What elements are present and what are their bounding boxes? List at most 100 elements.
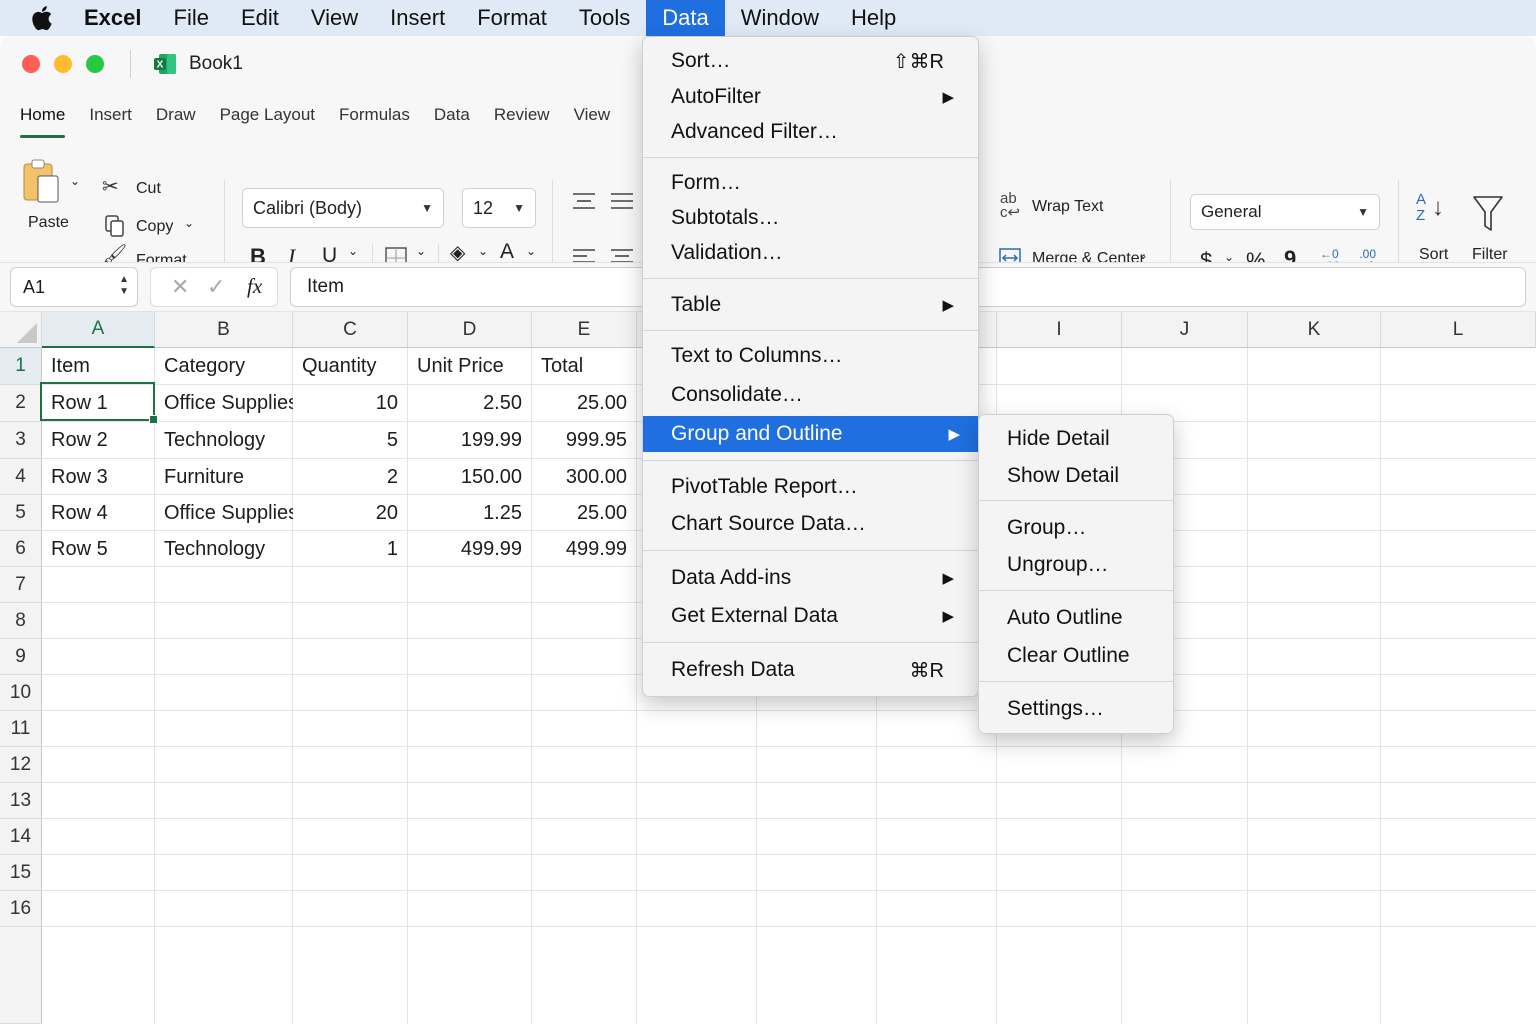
- row-header-1[interactable]: 1: [0, 348, 42, 385]
- menu-item-advanced-filter[interactable]: Advanced Filter…: [649, 115, 972, 149]
- cell-e3[interactable]: 999.95: [532, 422, 637, 459]
- tab-page-layout[interactable]: Page Layout: [208, 96, 327, 134]
- name-box[interactable]: A1 ▲ ▼: [10, 267, 138, 307]
- column-header-d[interactable]: D: [408, 312, 532, 348]
- menu-file[interactable]: File: [158, 0, 225, 36]
- column-header-e[interactable]: E: [532, 312, 637, 348]
- menu-app-excel[interactable]: Excel: [84, 0, 158, 36]
- row-header-5[interactable]: 5: [0, 495, 42, 531]
- submenu-item-clear-outline[interactable]: Clear Outline: [985, 639, 1167, 673]
- cell-b2[interactable]: Office Supplies: [155, 385, 293, 422]
- tab-draw[interactable]: Draw: [144, 96, 208, 134]
- menu-edit[interactable]: Edit: [225, 0, 295, 36]
- cell-c5[interactable]: 20: [293, 495, 408, 531]
- menu-insert[interactable]: Insert: [374, 0, 461, 36]
- column-header-k[interactable]: K: [1248, 312, 1381, 348]
- cell-e4[interactable]: 300.00: [532, 459, 637, 495]
- cell-e6[interactable]: 499.99: [532, 531, 637, 567]
- select-all-corner[interactable]: [0, 312, 42, 348]
- tab-review[interactable]: Review: [482, 96, 562, 134]
- row-header-7[interactable]: 7: [0, 567, 42, 603]
- row-header-9[interactable]: 9: [0, 639, 42, 675]
- column-header-b[interactable]: B: [155, 312, 293, 348]
- cell-d2[interactable]: 2.50: [408, 385, 532, 422]
- cell-b5[interactable]: Office Supplies: [155, 495, 293, 531]
- copy-button[interactable]: Copy ⌄: [102, 214, 212, 242]
- row-header-2[interactable]: 2: [0, 385, 42, 422]
- column-header-j[interactable]: J: [1122, 312, 1248, 348]
- cell-d4[interactable]: 150.00: [408, 459, 532, 495]
- menu-item-get-external-data[interactable]: Get External Data ▶: [649, 599, 972, 633]
- close-window-button[interactable]: [22, 55, 40, 73]
- cell-e5[interactable]: 25.00: [532, 495, 637, 531]
- tab-data[interactable]: Data: [422, 96, 482, 134]
- menu-item-table[interactable]: Table ▶: [649, 288, 972, 322]
- row-header-14[interactable]: 14: [0, 819, 42, 855]
- menu-view[interactable]: View: [295, 0, 374, 36]
- cell-d3[interactable]: 199.99: [408, 422, 532, 459]
- column-header-l[interactable]: L: [1381, 312, 1536, 348]
- tab-view[interactable]: View: [562, 96, 623, 134]
- align-top-icon[interactable]: [572, 192, 596, 212]
- submenu-item-hide-detail[interactable]: Hide Detail: [985, 422, 1167, 456]
- row-header-8[interactable]: 8: [0, 603, 42, 639]
- cancel-formula-icon[interactable]: ✕: [171, 274, 189, 300]
- menu-item-consolidate[interactable]: Consolidate…: [649, 378, 972, 412]
- cell-a3[interactable]: Row 2: [42, 422, 155, 459]
- menu-item-validation[interactable]: Validation…: [649, 236, 972, 270]
- cell-d1[interactable]: Unit Price: [408, 348, 532, 385]
- number-format-select[interactable]: General ▼: [1190, 194, 1380, 230]
- cell-e1[interactable]: Total: [532, 348, 637, 385]
- cell-c1[interactable]: Quantity: [293, 348, 408, 385]
- font-color-chevron-icon[interactable]: ⌄: [526, 244, 536, 258]
- menu-format[interactable]: Format: [461, 0, 563, 36]
- cell-b1[interactable]: Category: [155, 348, 293, 385]
- row-header-16[interactable]: 16: [0, 891, 42, 927]
- align-middle-icon[interactable]: [610, 192, 634, 212]
- menu-item-text-to-columns[interactable]: Text to Columns…: [649, 339, 972, 373]
- underline-chevron-icon[interactable]: ⌄: [348, 244, 358, 258]
- cell-b4[interactable]: Furniture: [155, 459, 293, 495]
- menu-data[interactable]: Data: [646, 0, 725, 36]
- row-header-11[interactable]: 11: [0, 711, 42, 747]
- column-header-c[interactable]: C: [293, 312, 408, 348]
- row-header-3[interactable]: 3: [0, 422, 42, 459]
- cell-b3[interactable]: Technology: [155, 422, 293, 459]
- submenu-item-group[interactable]: Group…: [985, 511, 1167, 545]
- menu-tools[interactable]: Tools: [563, 0, 646, 36]
- row-header-12[interactable]: 12: [0, 747, 42, 783]
- submenu-item-auto-outline[interactable]: Auto Outline: [985, 601, 1167, 635]
- paste-button[interactable]: ⌄ Paste: [18, 150, 88, 231]
- menu-item-subtotals[interactable]: Subtotals…: [649, 201, 972, 235]
- menu-item-data-add-ins[interactable]: Data Add-ins ▶: [649, 561, 972, 595]
- apple-icon[interactable]: [0, 5, 84, 31]
- tab-formulas[interactable]: Formulas: [327, 96, 422, 134]
- cell-a6[interactable]: Row 5: [42, 531, 155, 567]
- menu-item-refresh-data[interactable]: Refresh Data ⌘R: [649, 653, 972, 687]
- menu-item-sort[interactable]: Sort… ⇧⌘R: [649, 44, 972, 78]
- cell-d5[interactable]: 1.25: [408, 495, 532, 531]
- cell-c4[interactable]: 2: [293, 459, 408, 495]
- cell-e2[interactable]: 25.00: [532, 385, 637, 422]
- cell-c3[interactable]: 5: [293, 422, 408, 459]
- row-header-4[interactable]: 4: [0, 459, 42, 495]
- row-header-6[interactable]: 6: [0, 531, 42, 567]
- submenu-item-ungroup[interactable]: Ungroup…: [985, 548, 1167, 582]
- wrap-text-button[interactable]: ab c↩ Wrap Text: [1000, 191, 1140, 224]
- cell-d6[interactable]: 499.99: [408, 531, 532, 567]
- row-header-10[interactable]: 10: [0, 675, 42, 711]
- minimize-window-button[interactable]: [54, 55, 72, 73]
- fill-chevron-icon[interactable]: ⌄: [478, 244, 488, 258]
- tab-home[interactable]: Home: [8, 96, 77, 138]
- cell-a4[interactable]: Row 3: [42, 459, 155, 495]
- menu-item-form[interactable]: Form…: [649, 166, 972, 200]
- zoom-window-button[interactable]: [86, 55, 104, 73]
- menu-help[interactable]: Help: [835, 0, 912, 36]
- row-header-13[interactable]: 13: [0, 783, 42, 819]
- column-header-a[interactable]: A: [42, 312, 155, 348]
- cell-b6[interactable]: Technology: [155, 531, 293, 567]
- cell-a1[interactable]: Item: [42, 348, 155, 385]
- tab-insert[interactable]: Insert: [77, 96, 144, 134]
- column-header-i[interactable]: I: [997, 312, 1122, 348]
- font-name-select[interactable]: Calibri (Body) ▼: [242, 188, 444, 228]
